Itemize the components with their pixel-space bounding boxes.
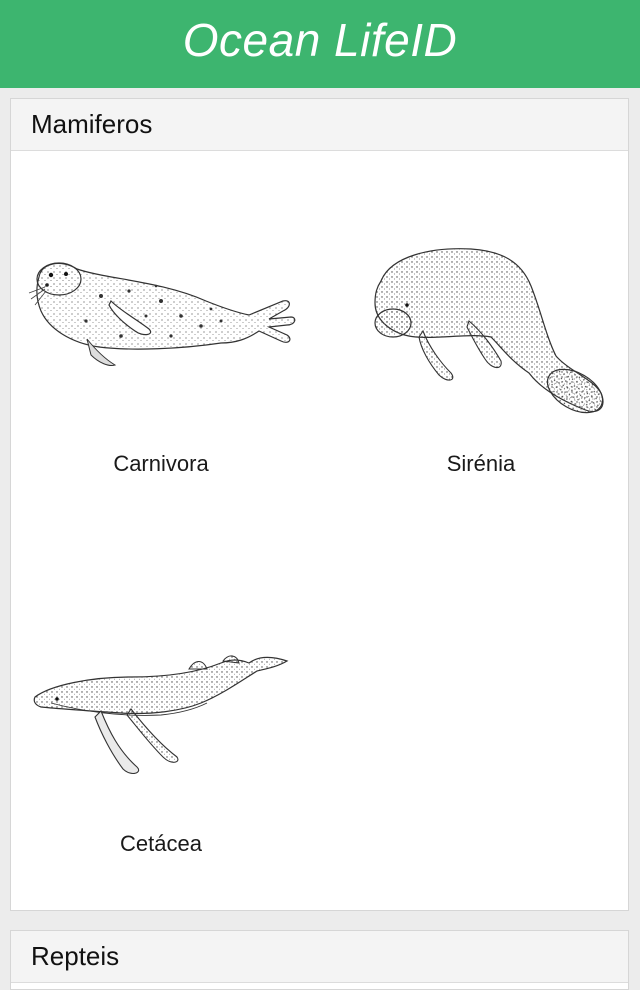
category-label: Sirénia [446,451,516,476]
section-header[interactable]: Mamiferos [11,99,628,151]
app-title: Ocean LifeID [182,14,458,66]
category-label: Carnivora [113,451,209,476]
category-card-sirenia[interactable]: Sirénia [331,151,631,521]
section-mamiferos: Mamiferos Carnivora Sirénia Cetácea [10,98,629,911]
section-repteis: Repteis [10,930,629,990]
category-card-cetacea[interactable]: Cetácea [11,531,311,901]
seal-illustration-icon [28,262,296,366]
category-card-carnivora[interactable]: Carnivora [11,151,311,521]
manatee-illustration-icon [374,248,604,414]
humpback-whale-illustration-icon [33,655,289,775]
category-label: Cetácea [120,831,202,856]
section-title: Repteis [31,941,120,971]
section-title: Mamiferos [31,109,153,139]
section-header[interactable]: Repteis [11,931,628,983]
app-header: Ocean LifeID [0,0,640,88]
